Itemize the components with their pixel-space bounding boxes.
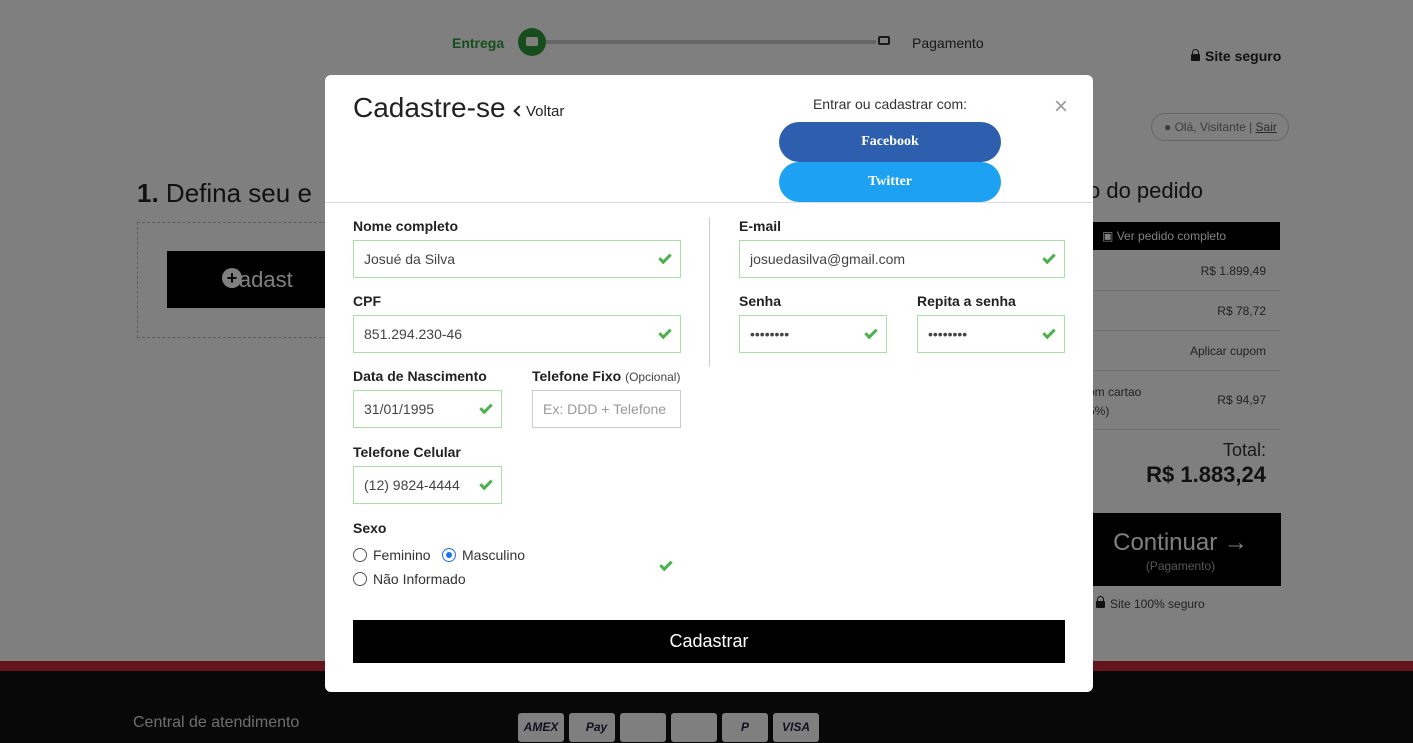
facebook-button[interactable]: Facebook bbox=[779, 122, 1001, 162]
chevron-left-icon bbox=[513, 105, 525, 117]
gender-option-masculino[interactable]: Masculino bbox=[442, 547, 525, 563]
password-label: Senha bbox=[739, 293, 782, 309]
email-field[interactable]: josuedasilva@gmail.com bbox=[739, 240, 1065, 278]
name-label: Nome completo bbox=[353, 218, 459, 234]
back-link[interactable]: Voltar bbox=[513, 103, 564, 120]
phone-label: Telefone Fixo (Opcional) bbox=[532, 368, 681, 384]
password-repeat-field[interactable]: •••••••• bbox=[917, 315, 1065, 353]
check-icon bbox=[479, 400, 493, 415]
radio-unchecked[interactable] bbox=[353, 548, 367, 562]
radio-checked[interactable] bbox=[442, 548, 456, 562]
twitter-button[interactable]: Twitter bbox=[779, 162, 1001, 202]
social-login-label: Entrar ou cadastrar com: bbox=[812, 96, 968, 112]
password-repeat-label: Repita a senha bbox=[917, 293, 1016, 309]
birthdate-field[interactable]: 31/01/1995 bbox=[353, 390, 502, 428]
gender-label: Sexo bbox=[353, 520, 387, 536]
phone-field[interactable]: Ex: DDD + Telefone bbox=[532, 390, 681, 428]
cpf-field[interactable]: 851.294.230-46 bbox=[353, 315, 681, 353]
mobile-field[interactable]: (12) 9824-4444 bbox=[353, 466, 502, 504]
gender-option-nao-informado[interactable]: Não Informado bbox=[353, 571, 466, 587]
check-icon bbox=[864, 325, 878, 340]
radio-unchecked[interactable] bbox=[353, 572, 367, 586]
birthdate-label: Data de Nascimento bbox=[353, 368, 487, 384]
header-divider bbox=[325, 202, 1093, 203]
check-icon bbox=[479, 476, 493, 491]
gender-option-feminino[interactable]: Feminino bbox=[353, 547, 431, 563]
close-button[interactable]: × bbox=[1051, 95, 1071, 119]
email-label: E-mail bbox=[739, 218, 782, 234]
modal-title: Cadastre-se bbox=[353, 92, 506, 123]
check-icon bbox=[1042, 250, 1056, 265]
check-icon bbox=[658, 250, 672, 265]
check-icon bbox=[658, 325, 672, 340]
check-icon bbox=[1042, 325, 1056, 340]
signup-modal: Cadastre-se Voltar Entrar ou cadastrar c… bbox=[325, 75, 1093, 692]
column-divider bbox=[709, 217, 710, 367]
password-field[interactable]: •••••••• bbox=[739, 315, 887, 353]
check-icon bbox=[659, 557, 673, 572]
name-field[interactable]: Josué da Silva bbox=[353, 240, 681, 278]
phone-placeholder: Ex: DDD + Telefone bbox=[543, 401, 667, 417]
mobile-label: Telefone Celular bbox=[353, 444, 461, 460]
cpf-label: CPF bbox=[353, 293, 381, 309]
submit-button[interactable]: Cadastrar bbox=[353, 620, 1065, 663]
